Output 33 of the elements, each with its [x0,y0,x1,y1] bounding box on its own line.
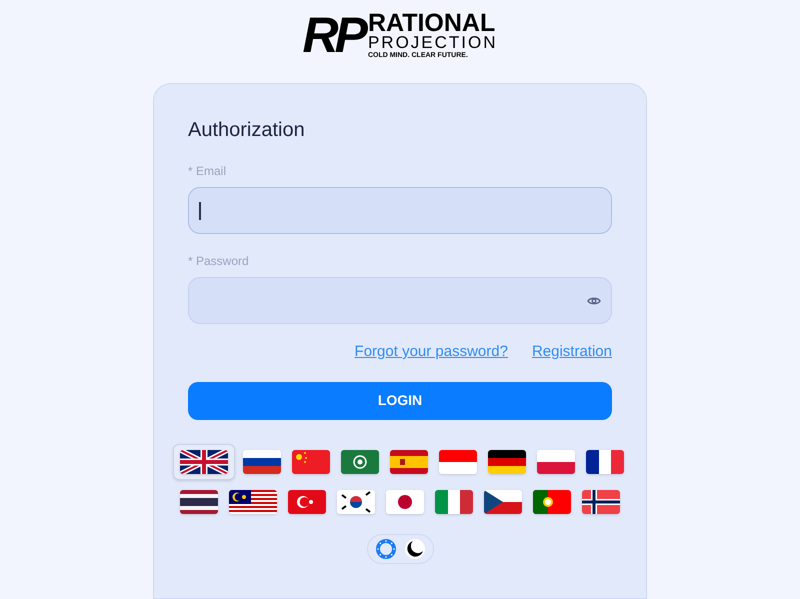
flag-icon [488,450,526,474]
language-flag-button[interactable] [173,444,235,480]
flag-icon [180,450,228,474]
flag-icon [386,490,424,514]
flag-icon [292,450,330,474]
flag-icon [341,450,379,474]
email-field[interactable] [188,187,612,234]
flag-icon [484,490,522,514]
registration-link[interactable]: Registration [532,341,612,364]
field-label: * Password [188,253,249,270]
logo-mark: RP [302,13,364,57]
sun-icon[interactable] [374,538,396,560]
eye-icon[interactable] [587,296,601,306]
moon-icon[interactable] [404,538,426,560]
flag-icon [582,490,620,514]
flag-icon [180,490,218,514]
flag-icon [229,490,277,514]
flag-icon [243,450,281,474]
flag-icon [288,490,326,514]
form-title: Authorization [188,118,305,142]
flag-icon [390,450,428,474]
flag-icon [337,490,375,514]
flag-icon [439,450,477,474]
logo-name: RATIONAL [368,10,496,34]
flag-icon [586,450,624,474]
logo-subname: PROJECTION [368,34,498,50]
forgot-password-link[interactable]: Forgot your password? [354,341,508,364]
field-label: * Email [188,163,226,180]
login-button[interactable]: LOGIN [188,382,612,420]
flag-icon [537,450,575,474]
flag-icon [435,490,473,514]
flag-icon [533,490,571,514]
password-field[interactable] [188,277,612,324]
